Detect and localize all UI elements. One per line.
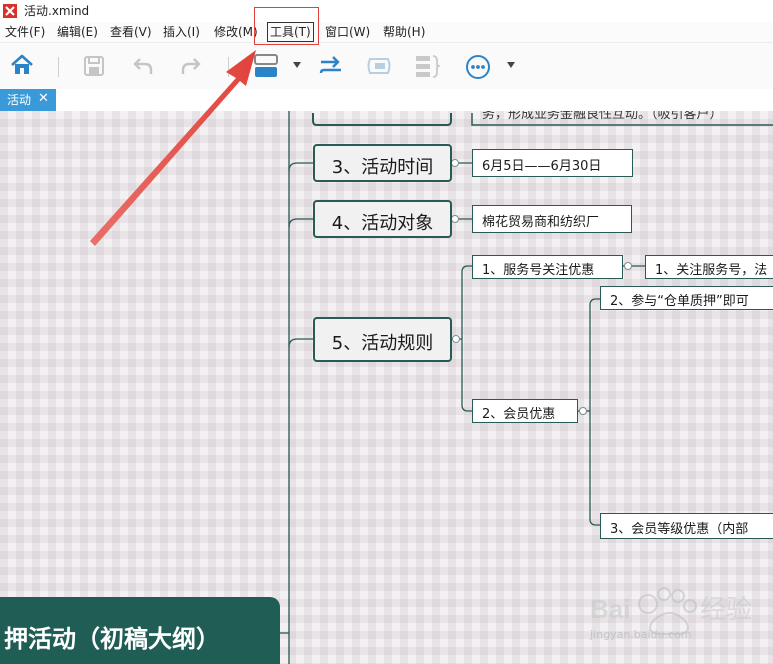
svg-text:Bai: Bai — [590, 594, 630, 624]
baidu-jingyan-watermark-icon: Bai 经验 — [590, 587, 752, 635]
red-arrow-annotation — [90, 50, 256, 246]
svg-text:经验: 经验 — [700, 595, 752, 625]
watermark-url: jingyan.baidu.com — [590, 628, 692, 641]
